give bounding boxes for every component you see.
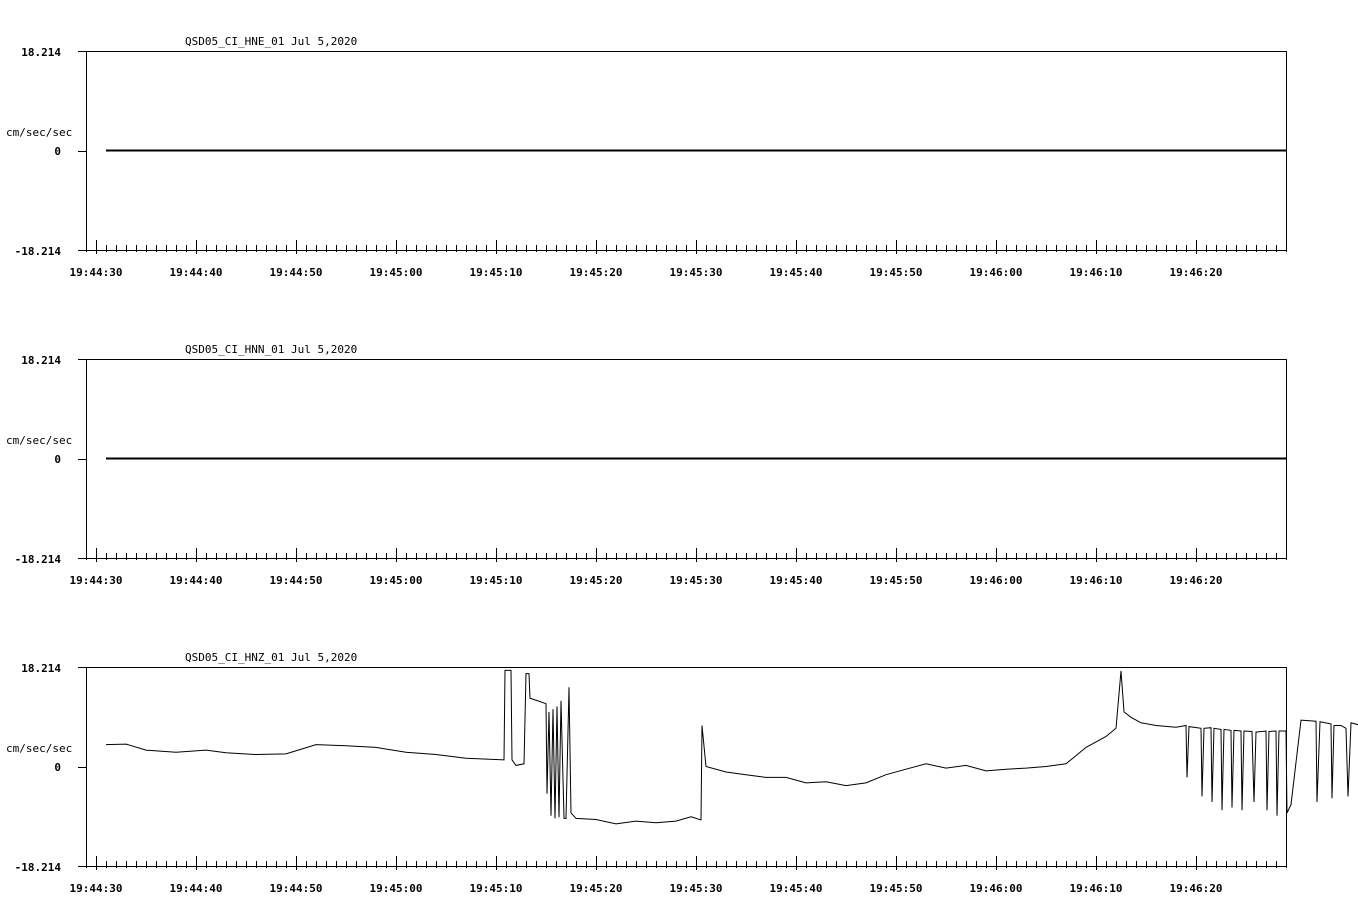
panel-title: QSD05_CI_HNE_01 Jul 5,2020 xyxy=(185,35,357,48)
x-tick-label: 19:45:20 xyxy=(570,882,623,895)
x-tick-label: 19:46:20 xyxy=(1170,266,1223,279)
y-tick-label-top: 18.214 xyxy=(21,354,61,367)
trace-line xyxy=(105,669,1358,825)
x-tick-label: 19:46:00 xyxy=(970,574,1023,587)
x-tick-label: 19:45:10 xyxy=(470,882,523,895)
x-tick-label: 19:45:20 xyxy=(570,266,623,279)
seismogram-panel-hnn: QSD05_CI_HNN_01 Jul 5,2020 cm/sec/sec 18… xyxy=(6,343,1287,587)
x-tick-label: 19:46:10 xyxy=(1070,574,1123,587)
x-tick-label: 19:45:50 xyxy=(870,882,923,895)
x-tick-label: 19:44:40 xyxy=(170,574,223,587)
y-tick-label-top: 18.214 xyxy=(21,46,61,59)
seismogram-figure: QSD05_CI_HNE_01 Jul 5,2020 cm/sec/sec 18… xyxy=(6,35,1358,895)
y-tick-label-zero: 0 xyxy=(54,145,61,158)
panel-title: QSD05_CI_HNN_01 Jul 5,2020 xyxy=(185,343,357,356)
x-tick-label: 19:44:40 xyxy=(170,882,223,895)
x-tick-label: 19:44:50 xyxy=(270,882,323,895)
x-tick-label: 19:45:00 xyxy=(370,574,423,587)
y-axis-label: cm/sec/sec xyxy=(6,742,72,755)
x-tick-label: 19:45:40 xyxy=(770,266,823,279)
seismogram-panel-hne: QSD05_CI_HNE_01 Jul 5,2020 cm/sec/sec 18… xyxy=(6,35,1287,279)
x-tick-label: 19:45:50 xyxy=(870,266,923,279)
plot-frame xyxy=(86,667,1287,867)
x-tick-label: 19:45:10 xyxy=(470,574,523,587)
y-tick-label-top: 18.214 xyxy=(21,662,61,675)
x-tick-label: 19:46:10 xyxy=(1070,882,1123,895)
x-tick-label: 19:45:30 xyxy=(670,266,723,279)
y-tick-label-zero: 0 xyxy=(54,761,61,774)
x-tick-label: 19:45:10 xyxy=(470,266,523,279)
x-tick-label: 19:45:20 xyxy=(570,574,623,587)
x-tick-label: 19:45:50 xyxy=(870,574,923,587)
y-tick-label-bottom: -18.214 xyxy=(15,245,62,258)
y-tick-label-bottom: -18.214 xyxy=(15,553,62,566)
x-tick-label: 19:46:00 xyxy=(970,882,1023,895)
y-tick-label-zero: 0 xyxy=(54,453,61,466)
x-tick-label: 19:45:40 xyxy=(770,882,823,895)
x-tick-label: 19:44:50 xyxy=(270,266,323,279)
x-tick-label: 19:46:20 xyxy=(1170,882,1223,895)
x-tick-label: 19:46:00 xyxy=(970,266,1023,279)
x-tick-label: 19:45:40 xyxy=(770,574,823,587)
x-tick-label: 19:45:30 xyxy=(670,574,723,587)
y-axis-label: cm/sec/sec xyxy=(6,434,72,447)
x-tick-label: 19:44:40 xyxy=(170,266,223,279)
x-tick-label: 19:44:30 xyxy=(70,882,123,895)
panel-title: QSD05_CI_HNZ_01 Jul 5,2020 xyxy=(185,651,357,664)
x-tick-label: 19:45:00 xyxy=(370,882,423,895)
x-tick-label: 19:46:10 xyxy=(1070,266,1123,279)
y-axis-label: cm/sec/sec xyxy=(6,126,72,139)
x-tick-label: 19:46:20 xyxy=(1170,574,1223,587)
seismogram-panel-hnz: QSD05_CI_HNZ_01 Jul 5,2020 cm/sec/sec 18… xyxy=(6,651,1358,895)
x-tick-label: 19:45:00 xyxy=(370,266,423,279)
x-tick-label: 19:44:50 xyxy=(270,574,323,587)
x-tick-label: 19:44:30 xyxy=(70,574,123,587)
y-tick-label-bottom: -18.214 xyxy=(15,861,62,874)
x-tick-label: 19:45:30 xyxy=(670,882,723,895)
x-tick-label: 19:44:30 xyxy=(70,266,123,279)
